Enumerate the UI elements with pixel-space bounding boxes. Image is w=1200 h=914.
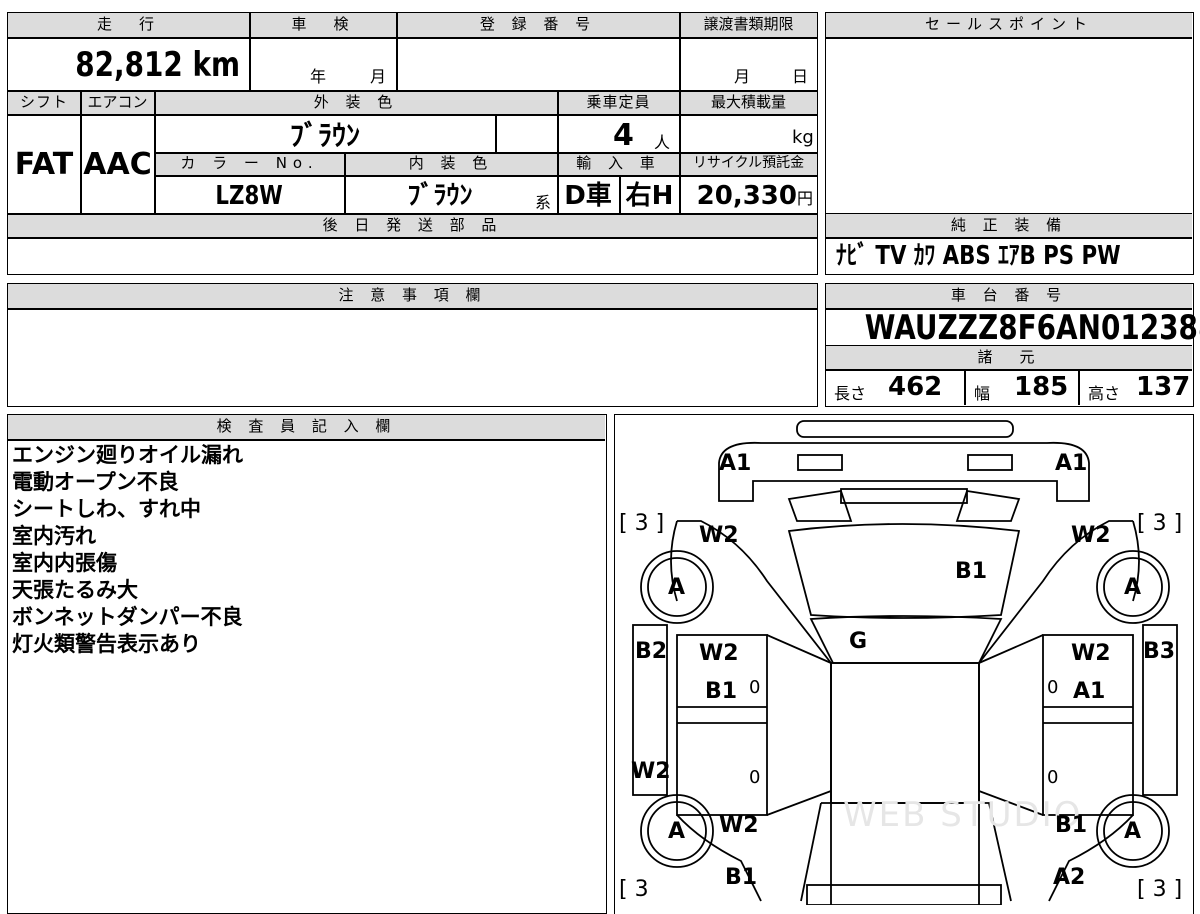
chassis-number: WAUZZZ8F6AN012388 (864, 308, 1200, 348)
inspector-note: エンジン廻りオイル漏れ (12, 443, 243, 467)
label-g-windshield: G (849, 629, 868, 654)
transfer-day-label: 日 (792, 67, 809, 86)
length-value: 462 (888, 372, 943, 402)
registration-header: 登 録 番 号 (397, 13, 679, 37)
inspector-note: 灯火類警告表示あり (12, 632, 201, 656)
width-value: 185 (1014, 372, 1069, 402)
import-header: 輸 入 車 (558, 153, 679, 175)
label-tire-right-front: [ 3 ] (1137, 511, 1183, 536)
label-zero: 0 (1047, 767, 1059, 788)
label-a-left-front: A (668, 575, 686, 600)
inspection-month-label: 月 (370, 67, 387, 86)
label-w2-right-front: W2 (1071, 523, 1111, 548)
chassis-panel: 車 台 番 号 WAUZZZ8F6AN012388 諸 元 長さ 462 幅 1… (825, 283, 1200, 407)
label-zero: 0 (749, 767, 761, 788)
capacity-value: 4 (613, 118, 634, 153)
chassis-header: 車 台 番 号 (826, 284, 1192, 308)
inspector-header: 検 査 員 記 入 欄 (8, 415, 605, 439)
inspector-note: 室内内張傷 (12, 551, 117, 575)
load-unit: kg (792, 127, 814, 148)
diagram-watermark: WEB STUDIO (843, 795, 1083, 835)
inspection-header: 車 検 (250, 13, 396, 37)
vehicle-info-table: 走 行 車 検 登 録 番 号 譲渡書類期限 82,812 km 年 月 月 日… (7, 12, 818, 275)
inspector-note: シートしわ、すれ中 (12, 497, 201, 521)
length-label: 長さ (834, 384, 867, 403)
label-b1-left-door: B1 (705, 679, 738, 704)
steering-value: 右H (625, 181, 674, 211)
label-a1-right: A1 (1055, 451, 1088, 476)
label-a-right-rear: A (1124, 819, 1142, 844)
max-load-header: 最大積載量 (680, 91, 817, 115)
label-a1-left: A1 (719, 451, 752, 476)
label-a2-right-bottom: A2 (1053, 865, 1086, 890)
label-a-left-rear: A (668, 819, 686, 844)
car-damage-diagram: WEB STUDIO A1 A1 [ 3 ] [ 3 ] W2 W2 B1 A … (614, 414, 1194, 914)
label-w2-left-quarter: W2 (719, 813, 759, 838)
inspector-note: 室内汚れ (12, 524, 96, 548)
inspector-note: 天張たるみ大 (12, 578, 138, 602)
import-value: D車 (564, 181, 612, 211)
label-w2-left-front: W2 (699, 523, 739, 548)
specs-header: 諸 元 (826, 346, 1192, 369)
label-b1-hood: B1 (955, 559, 988, 584)
color-no-header: カ ラ ー No. (155, 153, 344, 175)
mileage-unit: km (192, 45, 240, 85)
later-parts-header: 後 日 発 送 部 品 (8, 214, 817, 238)
mileage-header: 走 行 (8, 13, 249, 37)
label-b1-left-bottom: B1 (725, 865, 758, 890)
label-w2-right-door: W2 (1071, 641, 1111, 666)
interior-color-value: ﾌﾞﾗｳﾝ (407, 181, 473, 211)
label-a-right-front: A (1124, 575, 1142, 600)
equipment-header: 純 正 装 備 (826, 214, 1192, 238)
color-no-value: LZ8W (215, 181, 284, 211)
exterior-color-value: ﾌﾞﾗｳﾝ (289, 119, 360, 152)
inspection-year-label: 年 (310, 67, 327, 86)
label-zero: 0 (1047, 677, 1059, 698)
capacity-unit: 人 (654, 133, 671, 152)
exterior-color-header: 外 装 色 (155, 91, 557, 115)
label-w2-left-door: W2 (699, 641, 739, 666)
label-zero: 0 (749, 677, 761, 698)
recycle-value: 20,330円 (696, 181, 813, 211)
inspector-note: 電動オープン不良 (12, 470, 179, 494)
recycle-header: リサイクル預託金 (680, 153, 817, 175)
label-tire-right-rear: [ 3 ] (1137, 877, 1183, 902)
height-value: 137 (1136, 372, 1191, 402)
transfer-deadline-header: 譲渡書類期限 (680, 13, 817, 37)
interior-color-suffix: 系 (535, 193, 552, 212)
label-w2-left-rear: W2 (631, 759, 671, 784)
notes-header: 注 意 事 項 欄 (8, 284, 817, 308)
notes-panel: 注 意 事 項 欄 (7, 283, 818, 407)
equipment-value: ﾅﾋﾞ TV ｶﾜ ABS ｴｱB PS PW (836, 241, 1121, 271)
shift-header: シフト (8, 91, 80, 115)
label-tire-left-front: [ 3 ] (619, 511, 665, 536)
sales-point-header: セールスポイント (826, 13, 1192, 37)
recycle-unit: 円 (796, 189, 813, 208)
mileage-value: 82,812 km (75, 45, 240, 85)
transfer-month-label: 月 (734, 67, 751, 86)
sales-point-panel: セールスポイント 純 正 装 備 ﾅﾋﾞ TV ｶﾜ ABS ｴｱB PS PW (825, 12, 1194, 275)
label-a1-right-door: A1 (1073, 679, 1106, 704)
shift-value: FAT (14, 147, 74, 182)
inspector-panel: 検 査 員 記 入 欄 エンジン廻りオイル漏れ 電動オープン不良 シートしわ、す… (7, 414, 607, 914)
interior-color-header: 内 装 色 (345, 153, 557, 175)
label-tire-left-rear: [ 3 (619, 877, 649, 902)
height-label: 高さ (1088, 384, 1121, 403)
inspector-note: ボンネットダンパー不良 (12, 605, 243, 629)
ac-header: エアコン (81, 91, 154, 115)
label-b1-right-quarter: B1 (1055, 813, 1088, 838)
width-label: 幅 (974, 384, 991, 403)
label-b2-left: B2 (635, 639, 668, 664)
capacity-header: 乗車定員 (558, 91, 679, 115)
inspector-notes-list: エンジン廻りオイル漏れ 電動オープン不良 シートしわ、すれ中 室内汚れ 室内内張… (12, 442, 243, 658)
label-b3-right: B3 (1143, 639, 1176, 664)
ac-value: AAC (83, 147, 152, 182)
